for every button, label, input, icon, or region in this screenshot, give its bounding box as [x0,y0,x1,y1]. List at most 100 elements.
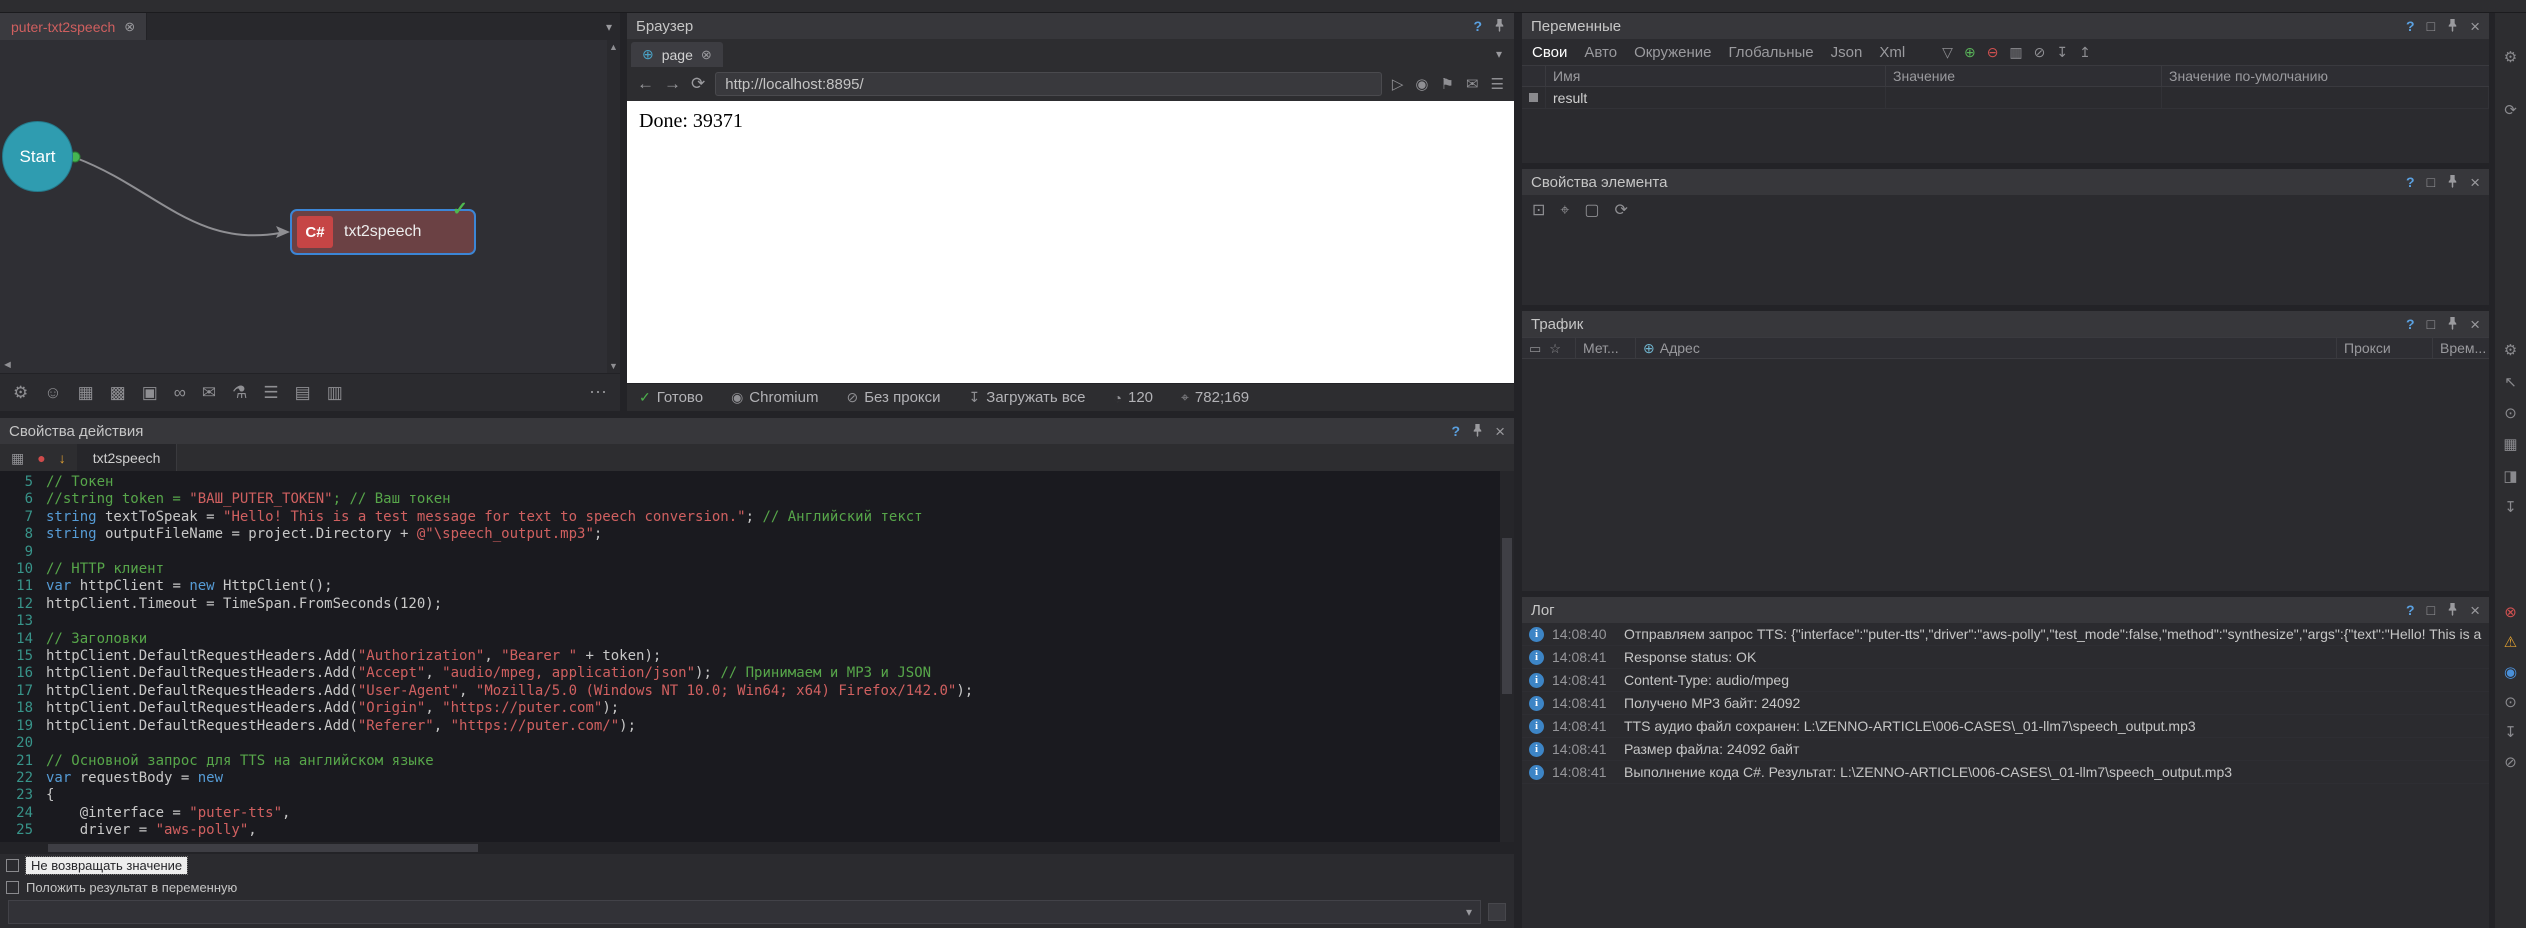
modules-icon[interactable]: ▦ [78,384,94,401]
browser-tab[interactable]: ⊕ page ⊗ [631,42,723,67]
code-line[interactable]: 8string outputFileName = project.Directo… [0,526,1514,543]
favorites-icon[interactable]: ☆ [1549,342,1561,355]
pin-icon[interactable] [2447,317,2458,332]
target-icon[interactable]: ⌖ [1560,203,1569,219]
link-icon[interactable]: ∞ [174,384,186,401]
column-proxy[interactable]: Прокси [2337,338,2433,358]
help-icon[interactable]: ? [2406,317,2415,331]
variables-tab-environment[interactable]: Окружение [1634,44,1711,61]
code-line[interactable]: 6//string token = "ВАШ_PUTER_TOKEN"; // … [0,491,1514,508]
help-icon[interactable]: ? [2406,175,2415,189]
variables-tab-json[interactable]: Json [1831,44,1863,61]
code-line[interactable]: 15httpClient.DefaultRequestHeaders.Add("… [0,648,1514,665]
code-line[interactable]: 22var requestBody = new [0,770,1514,787]
close-icon[interactable]: × [2470,18,2480,35]
flowchart-canvas[interactable]: Start C# txt2speech ✓ ◄ ▲ ▼ [0,40,620,373]
code-line[interactable]: 13 [0,613,1514,630]
record-icon[interactable]: ● [37,451,45,465]
download-icon[interactable]: ↧ [2495,500,2526,515]
code-line[interactable]: 16httpClient.DefaultRequestHeaders.Add("… [0,665,1514,682]
clear-icon[interactable]: ⊘ [2034,45,2046,59]
code-line[interactable]: 23{ [0,787,1514,804]
grid-icon[interactable]: ▦ [2495,437,2526,452]
start-node[interactable]: Start [2,121,73,192]
scroll-left-icon[interactable]: ◄ [2,359,13,371]
columns-icon[interactable]: ▥ [2009,45,2022,59]
csharp-action-node[interactable]: C# txt2speech [290,209,476,255]
variables-tab-xml[interactable]: Xml [1879,44,1905,61]
variable-value-cell[interactable] [1886,87,2162,108]
variables-tab-global[interactable]: Глобальные [1729,44,1814,61]
panel-view-icon[interactable]: ◨ [2495,469,2526,484]
code-line[interactable]: 7string textToSpeak = "Hello! This is a … [0,509,1514,526]
scroll-down-icon[interactable]: ▼ [609,361,618,371]
code-vertical-scrollbar[interactable] [1500,471,1514,842]
select-side-button[interactable] [1488,903,1506,921]
code-line[interactable]: 5// Токен [0,474,1514,491]
tab-close-icon[interactable]: ⊗ [124,19,135,35]
code-line[interactable]: 11var httpClient = new HttpClient(); [0,578,1514,595]
close-icon[interactable]: × [2470,602,2480,619]
code-line[interactable]: 24 @interface = "puter-tts", [0,805,1514,822]
variable-default-cell[interactable] [2162,87,2489,108]
flowchart-tab[interactable]: puter-txt2speech ⊗ [0,13,147,40]
refresh-button[interactable]: ⟳ [691,74,705,94]
tab-list-dropdown-icon[interactable]: ▾ [1496,47,1510,67]
mail-icon[interactable]: ✉ [202,384,216,401]
tab-list-dropdown-icon[interactable]: ▾ [606,20,620,34]
traffic-settings-icon[interactable]: ⚙ [2495,343,2526,358]
flag-icon[interactable]: ⚑ [1441,77,1454,92]
scroll-up-icon[interactable]: ▲ [609,42,618,52]
code-horizontal-scrollbar[interactable] [0,842,1514,854]
log-search-icon[interactable]: ⊙ [2495,695,2526,710]
put-result-checkbox[interactable] [6,881,19,894]
log-entry[interactable]: i14:08:41TTS аудио файл сохранен: L:\ZEN… [1522,715,2489,738]
settings-icon[interactable]: ⚙ [13,384,28,401]
record-icon[interactable]: ◉ [1415,77,1428,92]
code-line[interactable]: 17httpClient.DefaultRequestHeaders.Add("… [0,683,1514,700]
code-line[interactable]: 10// HTTP клиент [0,561,1514,578]
log-entry[interactable]: i14:08:41Размер файла: 24092 байт [1522,738,2489,761]
maximize-icon[interactable]: □ [2427,317,2435,331]
forward-button[interactable]: → [664,74,681,94]
import-icon[interactable]: ↧ [2056,45,2068,59]
variable-name-cell[interactable]: result [1546,87,1886,108]
help-icon[interactable]: ? [2406,603,2415,617]
log-warnings-icon[interactable]: ⚠ [2495,635,2526,650]
variables-tab-own[interactable]: Свои [1532,44,1567,61]
code-line[interactable]: 9 [0,544,1514,561]
help-icon[interactable]: ? [1473,19,1482,33]
column-time[interactable]: Врем... [2433,338,2489,358]
search-icon[interactable]: ⊙ [2495,406,2526,421]
profile-icon[interactable]: ☺ [44,384,61,401]
settings-icon[interactable]: ⚙ [2495,50,2526,65]
lock-icon[interactable]: ▣ [142,384,158,401]
code-line[interactable]: 20 [0,735,1514,752]
column-address[interactable]: ⊕Адрес [1636,338,2337,358]
chat-icon[interactable]: ✉ [1466,77,1479,92]
no-return-checkbox[interactable] [6,859,19,872]
pin-icon[interactable] [2447,175,2458,190]
maximize-icon[interactable]: □ [2427,175,2435,189]
table-icon[interactable]: ▥ [327,384,343,401]
pin-icon[interactable] [2447,19,2458,34]
column-method[interactable]: Мет... [1576,338,1636,358]
log-entry[interactable]: i14:08:41Content-Type: audio/mpeg [1522,669,2489,692]
tests-icon[interactable]: ⚗ [232,384,247,401]
close-icon[interactable]: × [2470,316,2480,333]
refresh-icon[interactable]: ⟳ [1615,203,1628,219]
no-return-label[interactable]: Не возвращать значение [26,857,187,874]
pin-icon[interactable] [2447,603,2458,618]
log-entry[interactable]: i14:08:41Получено MP3 байт: 24092 [1522,692,2489,715]
back-button[interactable]: ← [637,74,654,94]
clear-icon[interactable]: ▭ [1529,342,1541,355]
export-icon[interactable]: ↥ [2079,45,2091,59]
code-line[interactable]: 18httpClient.DefaultRequestHeaders.Add("… [0,700,1514,717]
maximize-icon[interactable]: □ [2427,603,2435,617]
highlight-icon[interactable]: ▢ [1584,203,1599,219]
help-icon[interactable]: ? [1452,424,1461,438]
put-result-label[interactable]: Положить результат в переменную [26,880,237,895]
sync-icon[interactable]: ⟳ [2495,103,2526,118]
column-default[interactable]: Значение по-умолчанию [2162,66,2489,86]
select-element-icon[interactable]: ⊡ [1532,203,1545,219]
